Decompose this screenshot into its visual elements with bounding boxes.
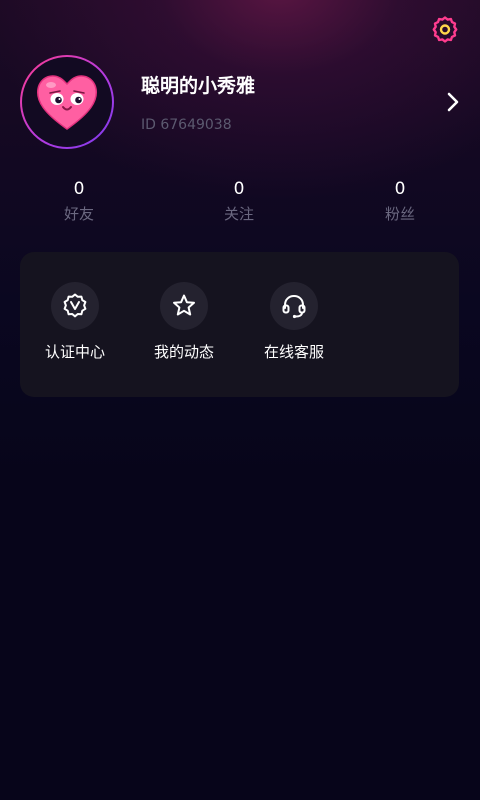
icon-circle xyxy=(270,282,318,330)
icon-circle xyxy=(160,282,208,330)
user-id: ID 67649038 xyxy=(141,117,232,133)
stat-label: 粉丝 xyxy=(384,205,415,223)
profile-detail-button[interactable] xyxy=(440,88,466,116)
stat-label: 关注 xyxy=(223,205,254,223)
stat-fans[interactable]: 0 粉丝 xyxy=(350,178,450,226)
stat-label: 好友 xyxy=(63,205,94,223)
gear-icon xyxy=(432,16,458,43)
settings-button[interactable] xyxy=(429,13,461,45)
tools-card: 认证中心 我的动态 在线客服 xyxy=(20,252,459,397)
tool-label: 在线客服 xyxy=(263,343,324,361)
avatar[interactable] xyxy=(20,55,114,149)
tool-label: 我的动态 xyxy=(153,343,214,361)
username: 聪明的小秀雅 xyxy=(141,75,256,97)
avatar-inner xyxy=(22,57,112,147)
chevron-right-icon xyxy=(447,92,459,112)
stat-friends[interactable]: 0 好友 xyxy=(29,178,129,226)
online-service-button[interactable]: 在线客服 xyxy=(254,282,334,362)
stat-following[interactable]: 0 关注 xyxy=(189,178,289,226)
icon-circle xyxy=(51,282,99,330)
stat-value: 0 xyxy=(394,179,406,199)
tool-label: 认证中心 xyxy=(44,343,105,361)
stat-value: 0 xyxy=(73,179,85,199)
my-moments-button[interactable]: 我的动态 xyxy=(144,282,224,362)
star-icon xyxy=(173,294,195,316)
verified-badge-icon xyxy=(63,293,87,318)
headset-icon xyxy=(282,294,306,319)
verification-center-button[interactable]: 认证中心 xyxy=(35,282,115,362)
heart-face-icon xyxy=(36,75,98,130)
stat-value: 0 xyxy=(233,179,245,199)
